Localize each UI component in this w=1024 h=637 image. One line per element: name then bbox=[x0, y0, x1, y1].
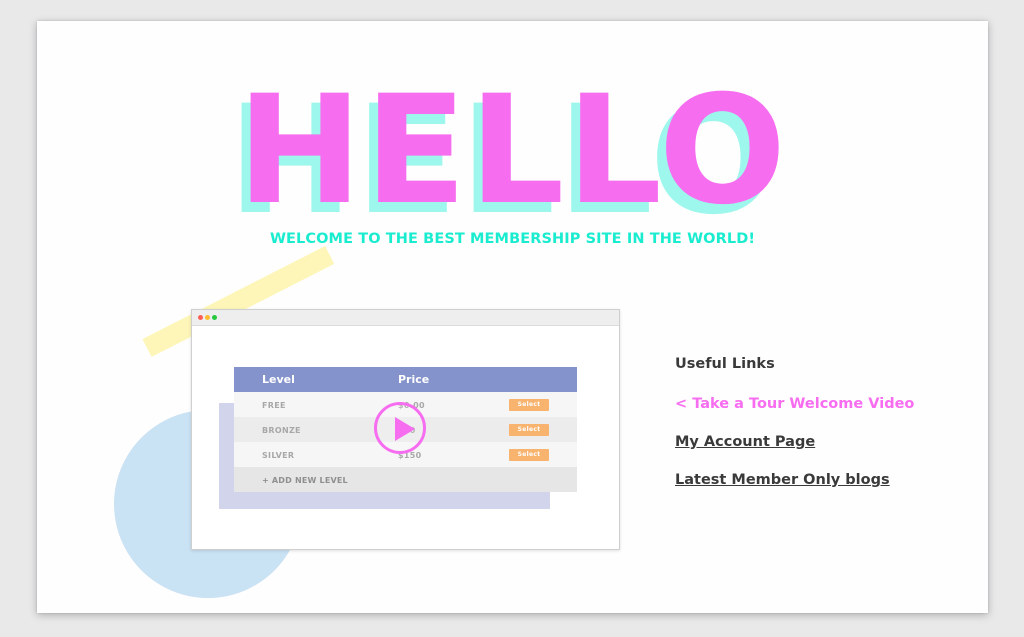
useful-links-heading: Useful Links bbox=[675, 356, 775, 372]
maximize-dot-icon bbox=[212, 315, 217, 320]
play-icon bbox=[395, 417, 415, 441]
level-name: SILVER bbox=[262, 451, 295, 460]
level-name: FREE bbox=[262, 401, 286, 410]
member-blogs-link[interactable]: Latest Member Only blogs bbox=[675, 472, 914, 488]
level-name: BRONZE bbox=[262, 426, 301, 435]
price-column-header: Price bbox=[398, 373, 430, 386]
select-button[interactable]: Select bbox=[509, 449, 549, 461]
levels-table-header: Level Price bbox=[234, 367, 577, 392]
close-dot-icon bbox=[198, 315, 203, 320]
add-new-level-label: + ADD NEW LEVEL bbox=[262, 476, 348, 485]
useful-links: Useful Links < Take a Tour Welcome Video… bbox=[675, 356, 914, 510]
select-button[interactable]: Select bbox=[509, 399, 549, 411]
select-button[interactable]: Select bbox=[509, 424, 549, 436]
my-account-link[interactable]: My Account Page bbox=[675, 434, 914, 450]
tour-video-link[interactable]: < Take a Tour Welcome Video bbox=[675, 396, 914, 412]
browser-titlebar bbox=[192, 310, 619, 326]
hero-subtitle: WELCOME TO THE BEST MEMBERSHIP SITE IN T… bbox=[269, 231, 756, 247]
hero-title-text: HELLO bbox=[236, 64, 789, 238]
play-video-button[interactable] bbox=[374, 402, 426, 454]
page-card: HELLO HELLO WELCOME TO THE BEST MEMBERSH… bbox=[37, 21, 988, 613]
hero-title: HELLO HELLO bbox=[37, 64, 988, 238]
add-new-level-row[interactable]: + ADD NEW LEVEL bbox=[234, 467, 577, 492]
minimize-dot-icon bbox=[205, 315, 210, 320]
level-column-header: Level bbox=[262, 373, 295, 386]
